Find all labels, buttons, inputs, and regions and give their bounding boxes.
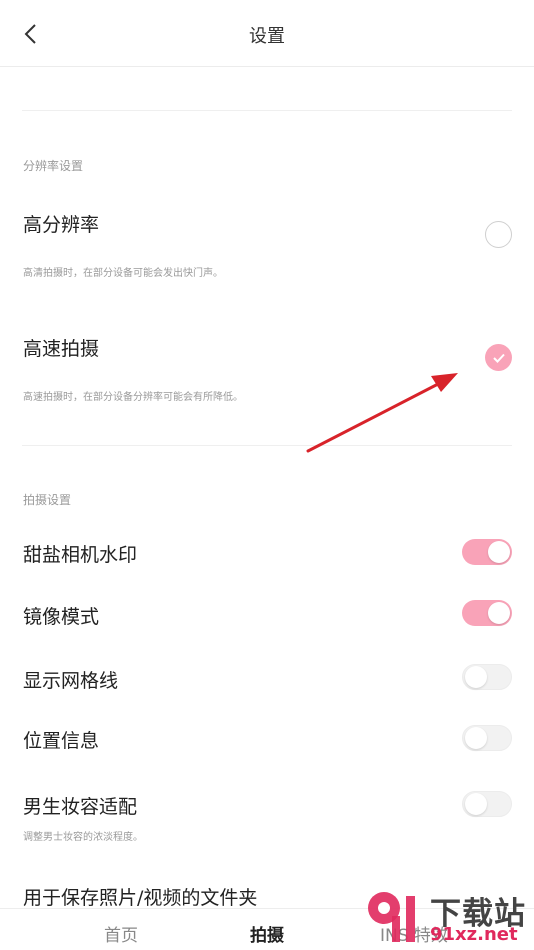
check-icon bbox=[492, 353, 505, 363]
section-title-resolution: 分辨率设置 bbox=[23, 159, 84, 173]
section-title-capture: 拍摄设置 bbox=[23, 493, 72, 507]
setting-label-mirror-mode: 镜像模式 bbox=[23, 606, 100, 628]
setting-label-male-makeup: 男生妆容适配 bbox=[23, 796, 138, 818]
site-watermark: 下载站 91xz.net bbox=[362, 884, 534, 950]
toggle-watermark[interactable] bbox=[462, 539, 512, 565]
radio-high-speed[interactable] bbox=[485, 344, 512, 371]
toggle-grid-lines[interactable] bbox=[462, 664, 512, 690]
option-label-high-speed: 高速拍摄 bbox=[23, 338, 100, 360]
option-desc-high-resolution: 高清拍摄时，在部分设备可能会发出快门声。 bbox=[23, 268, 223, 279]
divider bbox=[22, 445, 512, 446]
setting-label-watermark: 甜盐相机水印 bbox=[23, 544, 138, 566]
toggle-mirror-mode[interactable] bbox=[462, 600, 512, 626]
toggle-male-makeup[interactable] bbox=[462, 791, 512, 817]
setting-label-grid-lines: 显示网格线 bbox=[23, 670, 119, 692]
watermark-url: 91xz.net bbox=[430, 924, 518, 945]
radio-high-resolution[interactable] bbox=[485, 221, 512, 248]
nav-item-capture[interactable]: 拍摄 bbox=[250, 921, 284, 946]
option-desc-high-speed: 高速拍摄时，在部分设备分辨率可能会有所降低。 bbox=[23, 392, 243, 403]
setting-desc-male-makeup: 调整男士妆容的浓淡程度。 bbox=[23, 832, 143, 843]
header-bar: 设置 bbox=[0, 0, 534, 67]
nav-item-home[interactable]: 首页 bbox=[104, 921, 138, 946]
option-label-high-resolution: 高分辨率 bbox=[23, 214, 100, 236]
divider bbox=[22, 110, 512, 111]
setting-label-save-folder[interactable]: 用于保存照片/视频的文件夹 bbox=[23, 883, 257, 910]
watermark-logo-icon bbox=[368, 892, 415, 942]
setting-label-location: 位置信息 bbox=[23, 730, 100, 752]
toggle-location[interactable] bbox=[462, 725, 512, 751]
page-title: 设置 bbox=[249, 26, 285, 47]
